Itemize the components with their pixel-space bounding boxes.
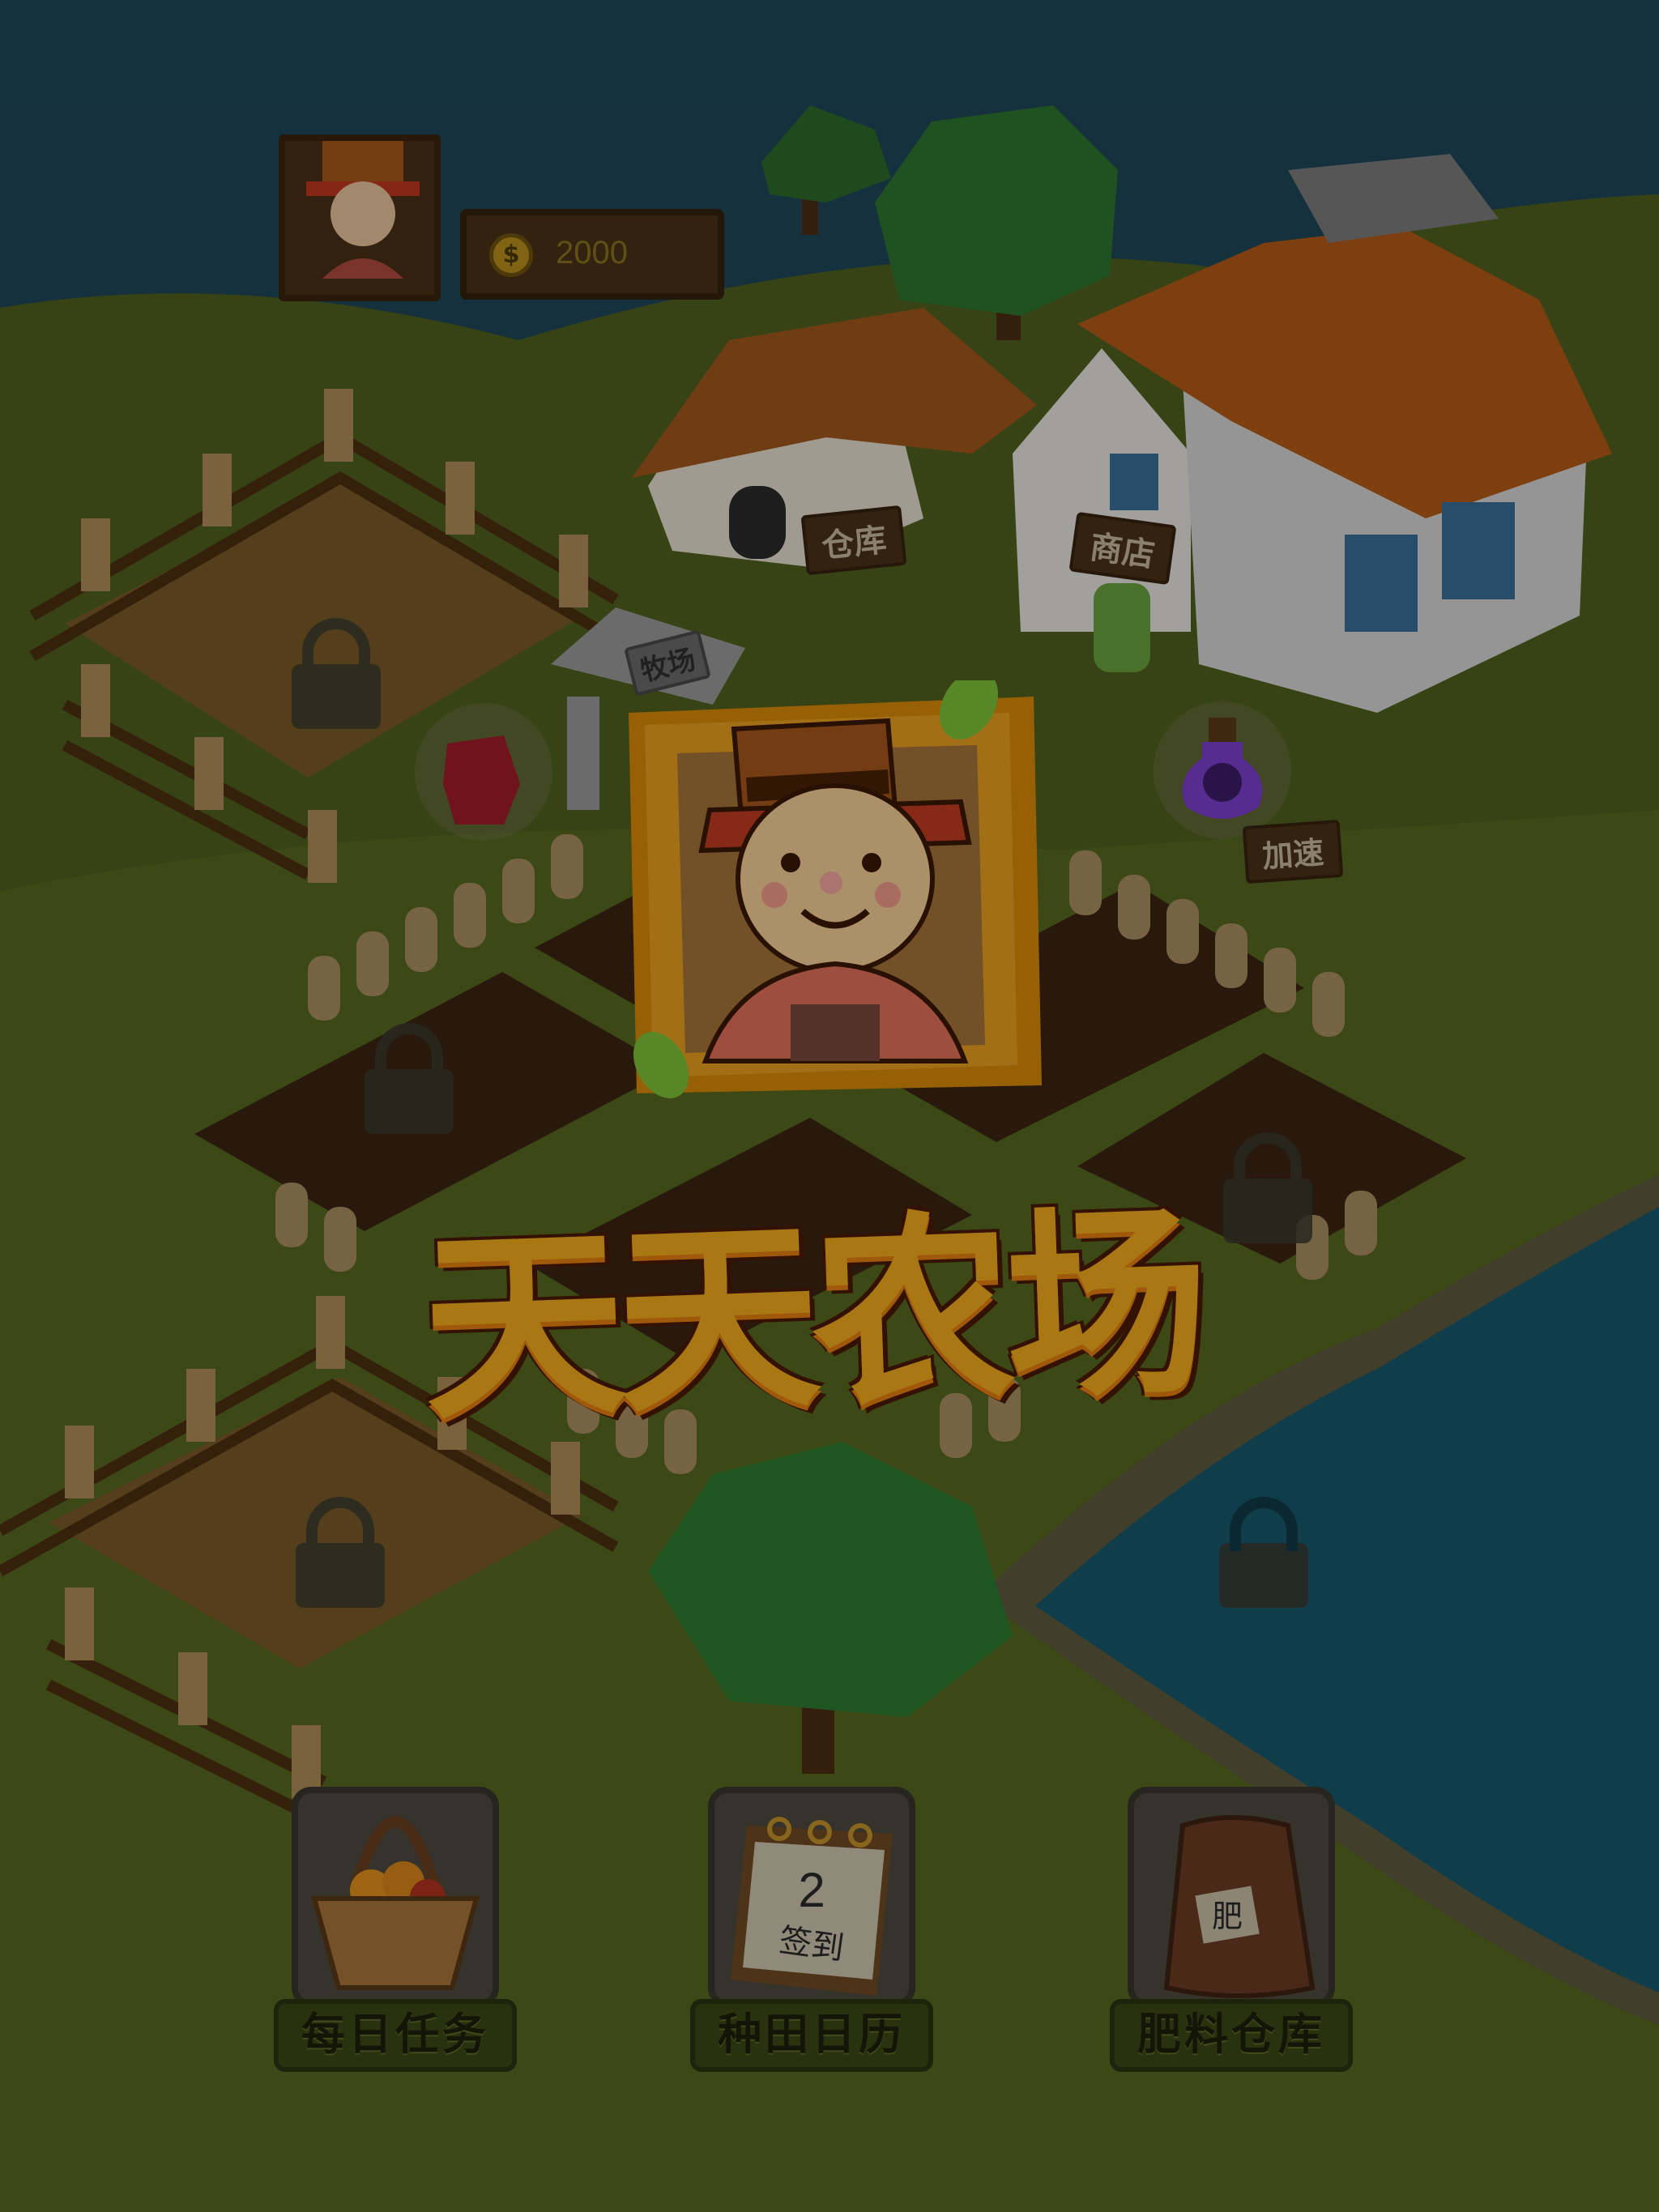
coin-balance: $ 2000 [460, 209, 724, 300]
speedup-sign[interactable]: 加速 [1242, 819, 1344, 884]
dice-icon [443, 735, 520, 825]
daily-tasks-button[interactable]: 每日任务 [274, 1787, 517, 2086]
fertilizer-storage-tile: 肥 [1128, 1787, 1335, 2007]
basket-icon [311, 1816, 480, 1990]
coin-amount: 2000 [556, 235, 628, 271]
player-avatar[interactable] [279, 134, 441, 301]
fertilizer-storage-button[interactable]: 肥 肥料仓库 [1110, 1787, 1353, 2086]
calendar-day: 2 [798, 1863, 825, 1917]
farm-calendar-button[interactable]: 2 签到 种田日历 [690, 1787, 933, 2086]
farm-calendar-tile: 2 签到 [708, 1787, 915, 2007]
logo-farmer-portrait [629, 670, 1042, 1098]
fertilizer-bag-label: 肥 [1212, 1899, 1243, 1934]
fertilizer-storage-label: 肥料仓库 [1110, 1999, 1353, 2072]
warehouse-sign[interactable]: 仓库 [800, 505, 907, 576]
calendar-checkin-icon: 2 签到 [731, 1817, 893, 1996]
daily-tasks-label: 每日任务 [274, 1999, 517, 2072]
farm-calendar-label: 种田日历 [690, 1999, 933, 2072]
dice-item-bubble[interactable] [415, 703, 552, 841]
fertilizer-bag-icon: 肥 [1163, 1815, 1316, 1998]
farmer-avatar-icon [306, 141, 420, 279]
farmer-portrait-icon [629, 670, 1042, 1098]
game-title: 天天农场 [419, 1184, 1205, 1448]
daily-tasks-tile [292, 1787, 499, 2007]
coin-icon: $ [489, 233, 533, 277]
potion-skull-icon [1182, 718, 1263, 819]
potion-item-bubble[interactable] [1154, 701, 1291, 839]
